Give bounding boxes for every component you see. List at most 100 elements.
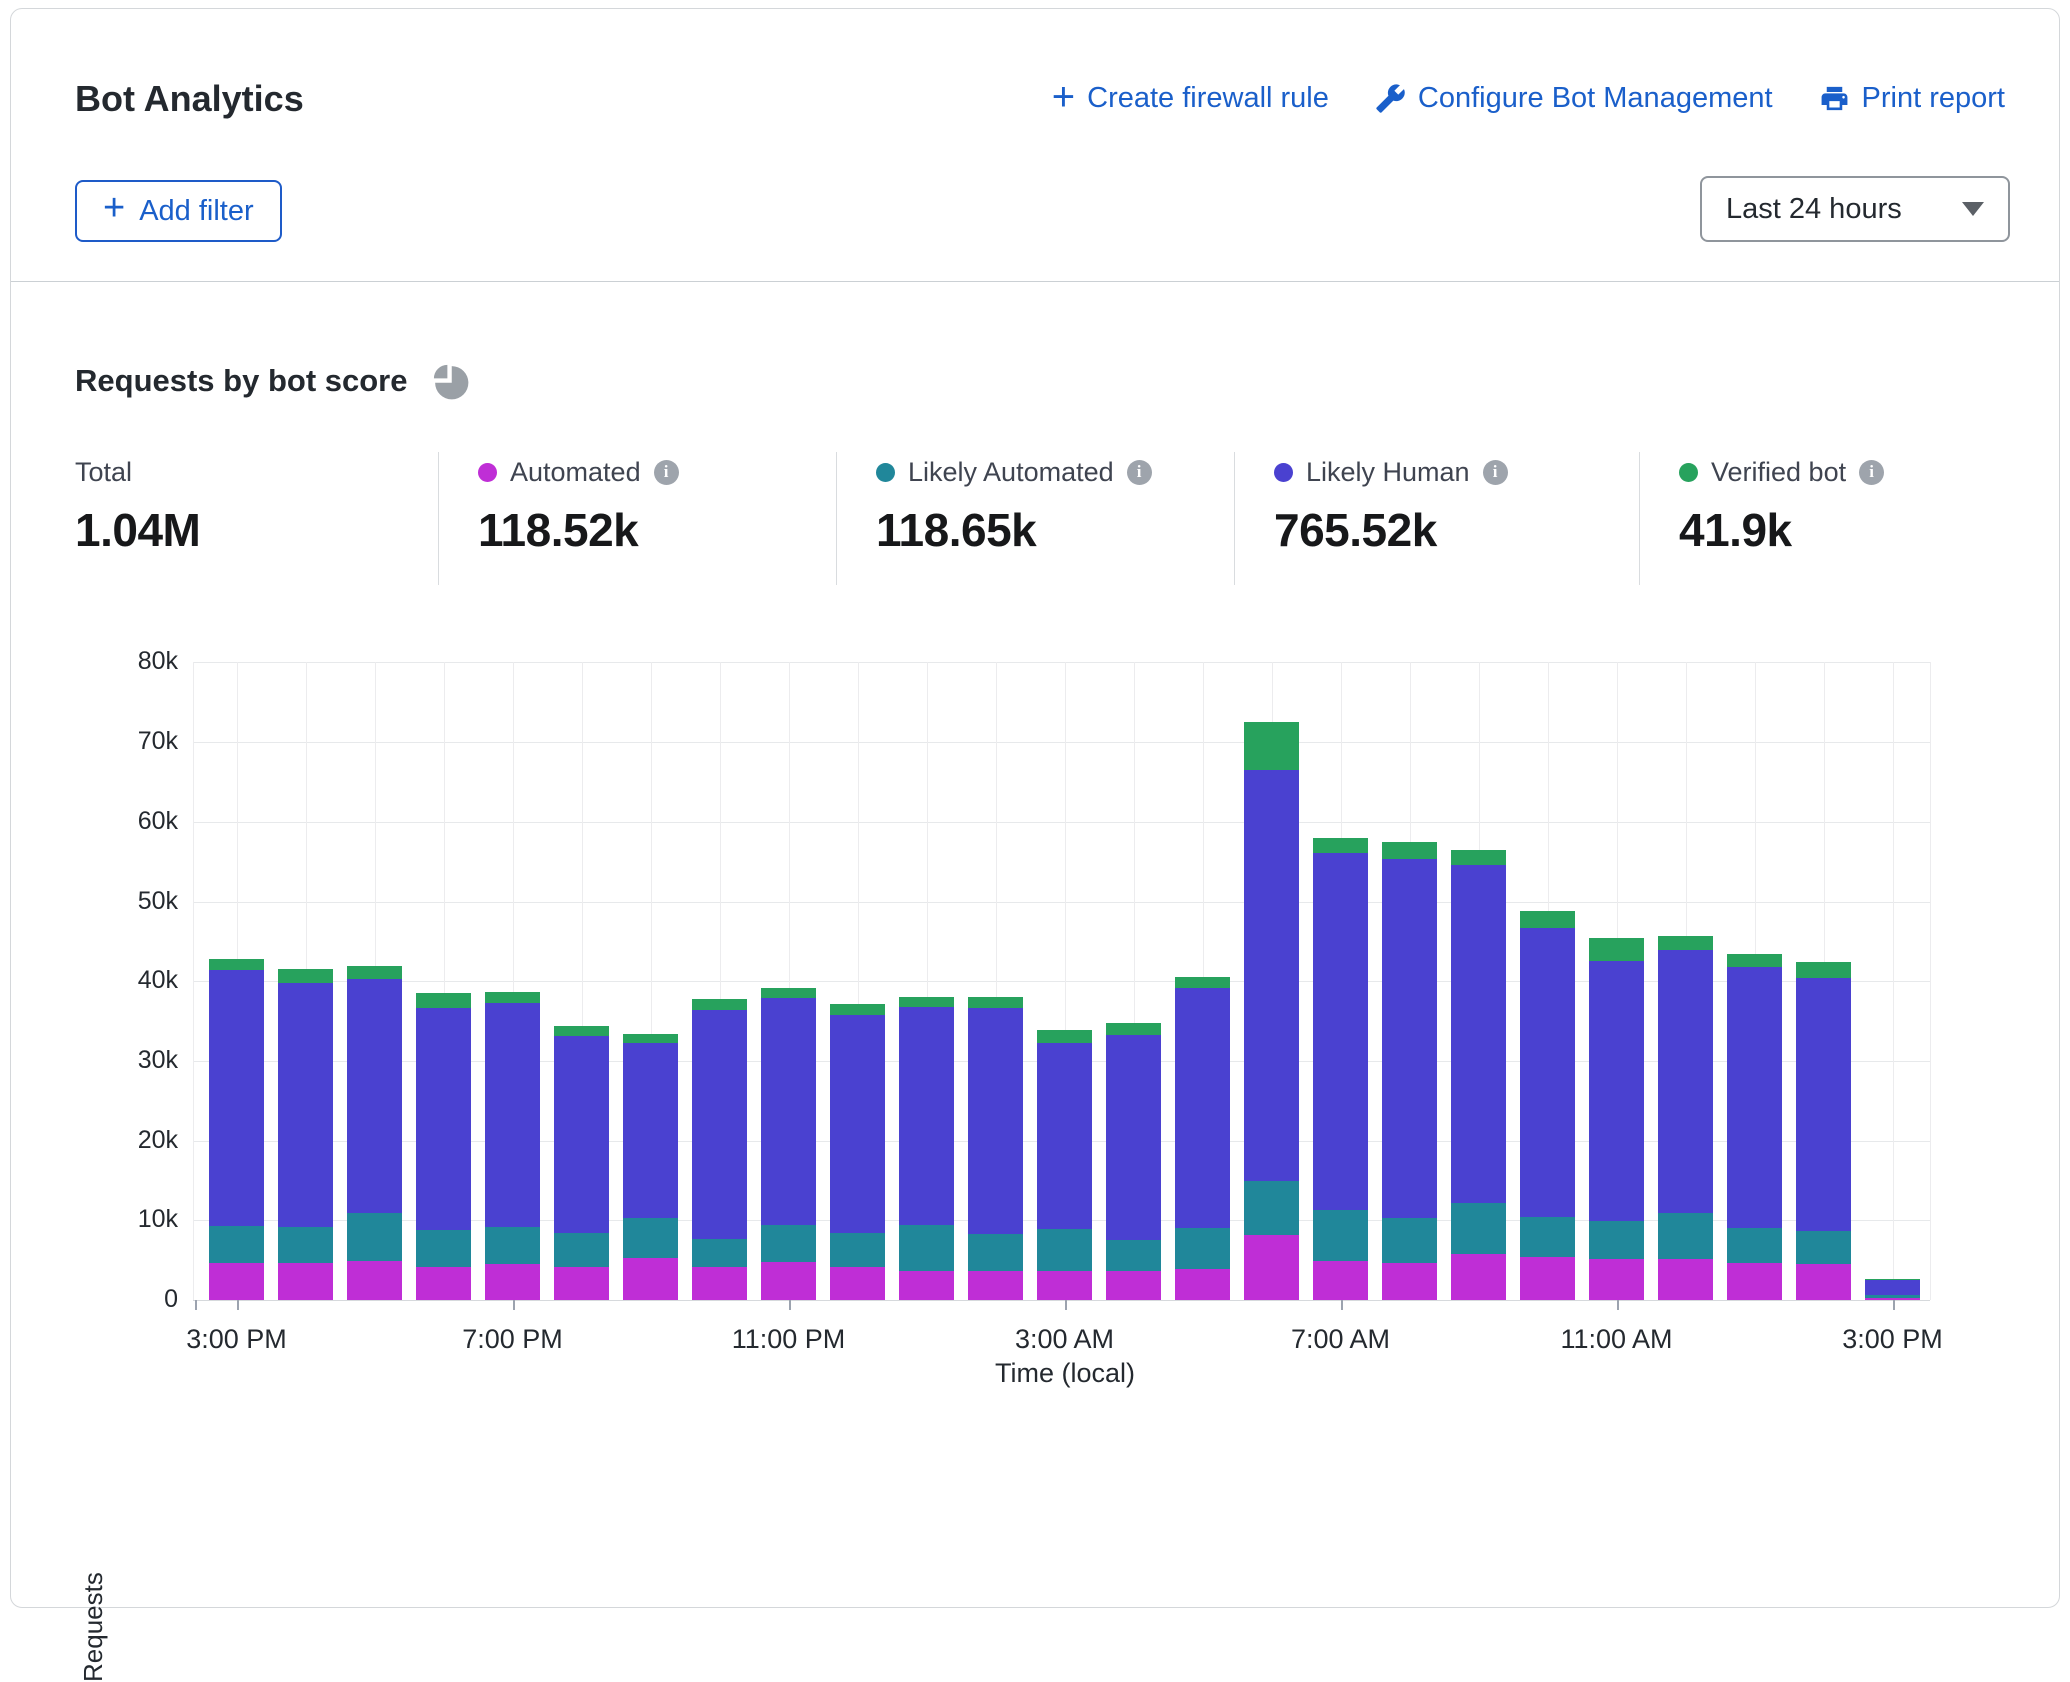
- bar-segment-verified-bot: [554, 1026, 609, 1036]
- bar-segment-verified-bot: [623, 1034, 678, 1044]
- x-tick-mark: [1341, 1300, 1343, 1310]
- stat-label: Total: [75, 457, 132, 488]
- info-icon[interactable]: i: [1127, 460, 1152, 485]
- x-tick-label: 11:00 PM: [732, 1324, 846, 1355]
- bar-segment-likely-automated: [968, 1234, 1023, 1271]
- configure-bot-management-link[interactable]: Configure Bot Management: [1375, 82, 1773, 115]
- bar-segment-verified-bot: [1520, 911, 1575, 928]
- bar-12-00-am: [830, 1004, 885, 1300]
- stat-divider: [836, 452, 837, 585]
- legend-dot: [1679, 463, 1698, 482]
- x-tick-label: 7:00 AM: [1291, 1324, 1390, 1355]
- bar-segment-likely-automated: [416, 1230, 471, 1267]
- bar-segment-likely-human: [1658, 950, 1713, 1213]
- y-tick-label: 30k: [108, 1046, 178, 1075]
- bar-1-00-pm: [1727, 954, 1782, 1300]
- add-filter-label: Add filter: [139, 195, 253, 228]
- plot-edge-gridline: [193, 662, 194, 1300]
- bar-segment-likely-automated: [1313, 1210, 1368, 1261]
- stat-automated: Automated i 118.52k: [478, 455, 679, 557]
- bar-segment-automated: [761, 1262, 816, 1300]
- create-firewall-rule-link[interactable]: + Create firewall rule: [1052, 82, 1329, 115]
- bar-segment-verified-bot: [347, 966, 402, 979]
- bar-segment-likely-human: [278, 983, 333, 1227]
- x-axis-title: Time (local): [995, 1358, 1135, 1389]
- stat-likely-human: Likely Humani765.52k: [1274, 455, 1508, 557]
- bar-9-00-pm: [623, 1034, 678, 1300]
- bar-segment-automated: [1313, 1261, 1368, 1300]
- y-tick-label: 10k: [108, 1205, 178, 1234]
- bar-segment-automated: [1589, 1259, 1644, 1300]
- y-gridline: [193, 742, 1930, 743]
- bar-segment-verified-bot: [1175, 977, 1230, 988]
- time-range-select[interactable]: Last 24 hours: [1700, 176, 2010, 242]
- bar-segment-likely-automated: [209, 1226, 264, 1263]
- stat-value: 765.52k: [1274, 503, 1508, 557]
- add-filter-button[interactable]: + Add filter: [75, 180, 282, 242]
- plus-icon: +: [1052, 83, 1075, 111]
- bar-5-00-pm: [347, 966, 402, 1300]
- bar-segment-likely-human: [1865, 1280, 1920, 1295]
- section-title: Requests by bot score: [75, 363, 407, 399]
- x-tick-label: 11:00 AM: [1560, 1324, 1672, 1355]
- bar-segment-verified-bot: [1244, 722, 1299, 770]
- stat-label: Automated: [510, 457, 641, 488]
- stat-value: 118.52k: [478, 503, 679, 557]
- bar-segment-automated: [899, 1271, 954, 1300]
- bar-segment-automated: [485, 1264, 540, 1300]
- bar-segment-likely-automated: [1244, 1181, 1299, 1234]
- bar-segment-likely-human: [347, 979, 402, 1213]
- bar-12-00-pm: [1658, 936, 1713, 1300]
- y-tick-label: 0: [108, 1285, 178, 1314]
- y-tick-label: 50k: [108, 887, 178, 916]
- bar-6-00-pm: [416, 993, 471, 1300]
- bar-segment-likely-human: [1451, 865, 1506, 1203]
- x-tick-label: 3:00 AM: [1015, 1324, 1114, 1355]
- x-tick-mark: [1065, 1300, 1067, 1310]
- y-tick-label: 40k: [108, 966, 178, 995]
- bar-segment-likely-automated: [1796, 1231, 1851, 1264]
- bar-segment-likely-human: [830, 1015, 885, 1233]
- info-icon[interactable]: i: [1859, 460, 1884, 485]
- info-icon[interactable]: i: [1483, 460, 1508, 485]
- y-tick-label: 80k: [108, 647, 178, 676]
- info-icon[interactable]: i: [654, 460, 679, 485]
- bar-segment-likely-automated: [1382, 1218, 1437, 1263]
- bar-segment-automated: [1037, 1271, 1092, 1300]
- bar-segment-likely-automated: [1106, 1240, 1161, 1271]
- bar-segment-likely-automated: [830, 1233, 885, 1267]
- stat-value: 41.9k: [1679, 503, 1884, 557]
- bar-3-00-am: [1037, 1030, 1092, 1300]
- bar-segment-likely-human: [761, 998, 816, 1225]
- bar-segment-automated: [1658, 1259, 1713, 1300]
- legend-dot: [1274, 463, 1293, 482]
- bar-10-00-pm: [692, 999, 747, 1300]
- chevron-down-icon: [1962, 202, 1984, 216]
- bar-segment-likely-automated: [278, 1227, 333, 1264]
- bar-1-00-am: [899, 997, 954, 1300]
- page-title: Bot Analytics: [75, 78, 304, 120]
- bar-7-00-pm: [485, 992, 540, 1300]
- bar-segment-verified-bot: [761, 988, 816, 998]
- plot-edge-gridline: [1930, 662, 1931, 1300]
- bar-segment-automated: [1727, 1263, 1782, 1300]
- bar-5-00-am: [1175, 977, 1230, 1300]
- bar-segment-likely-human: [416, 1008, 471, 1230]
- stat-divider: [1639, 452, 1640, 585]
- stat-verified-bot: Verified boti41.9k: [1679, 455, 1884, 557]
- y-gridline: [193, 662, 1930, 663]
- bar-segment-verified-bot: [209, 959, 264, 970]
- bar-2-00-am: [968, 997, 1023, 1300]
- printer-icon: [1819, 83, 1850, 114]
- bar-segment-verified-bot: [1106, 1023, 1161, 1034]
- bar-segment-automated: [278, 1263, 333, 1300]
- x-tick-label: 7:00 PM: [462, 1324, 563, 1355]
- bar-segment-automated: [1382, 1263, 1437, 1300]
- bar-11-00-am: [1589, 938, 1644, 1300]
- y-axis-title: Requests: [78, 1572, 109, 1682]
- print-report-link[interactable]: Print report: [1819, 82, 2005, 115]
- bar-segment-automated: [692, 1267, 747, 1300]
- bar-8-00-pm: [554, 1026, 609, 1300]
- bar-segment-likely-human: [623, 1043, 678, 1218]
- bar-segment-automated: [1244, 1235, 1299, 1300]
